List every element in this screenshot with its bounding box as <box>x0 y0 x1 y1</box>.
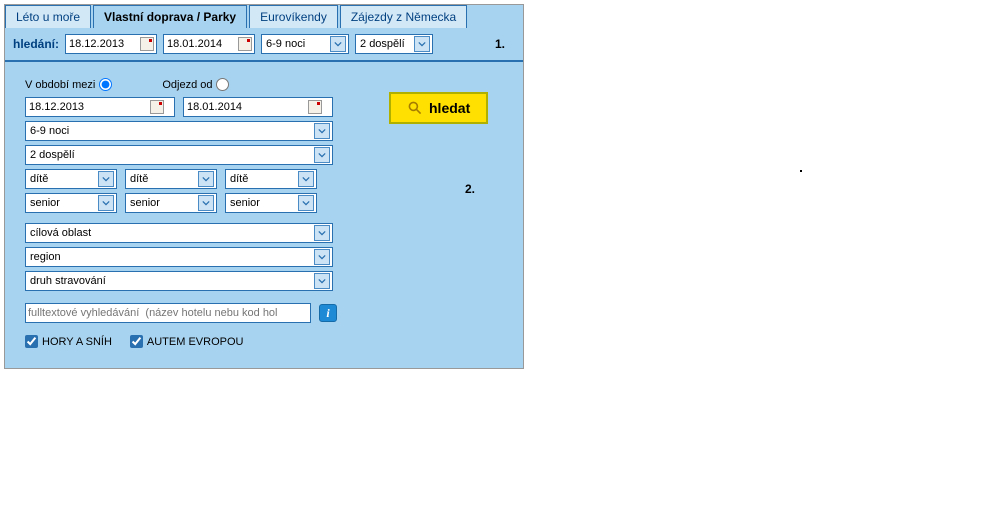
marker-2: 2. <box>465 182 475 196</box>
marker-1: 1. <box>495 37 515 51</box>
date-to-input[interactable] <box>186 100 306 114</box>
chevron-down-icon <box>198 171 214 187</box>
quick-nights-value: 6-9 noci <box>264 38 305 50</box>
chevron-down-icon <box>330 36 346 52</box>
child-value: dítě <box>28 173 48 185</box>
senior-select-1[interactable]: senior <box>25 193 117 213</box>
chevron-down-icon <box>198 195 214 211</box>
mountains-checkbox-label[interactable]: HORY A SNÍH <box>25 335 112 348</box>
chevron-down-icon <box>98 195 114 211</box>
tab-germany[interactable]: Zájezdy z Německa <box>340 5 467 28</box>
chevron-down-icon <box>314 273 330 289</box>
period-label-text: V období mezi <box>25 79 95 91</box>
chevron-down-icon <box>298 171 314 187</box>
chevron-down-icon <box>314 249 330 265</box>
destination-select[interactable]: cílová oblast <box>25 223 333 243</box>
quick-date-from-input[interactable] <box>68 37 138 51</box>
fulltext-input[interactable] <box>25 303 311 323</box>
senior-select-3[interactable]: senior <box>225 193 317 213</box>
calendar-icon[interactable] <box>140 37 154 51</box>
nights-select[interactable]: 6-9 noci <box>25 121 333 141</box>
search-button[interactable]: hledat <box>389 92 488 124</box>
info-icon[interactable]: i <box>319 304 337 322</box>
depart-radio[interactable] <box>216 78 229 91</box>
quick-date-to-input[interactable] <box>166 37 236 51</box>
chevron-down-icon <box>314 147 330 163</box>
adults-value: 2 dospělí <box>28 149 75 161</box>
child-value: dítě <box>228 173 248 185</box>
child-select-1[interactable]: dítě <box>25 169 117 189</box>
senior-value: senior <box>28 197 60 209</box>
tab-summer[interactable]: Léto u moře <box>5 5 91 28</box>
date-to[interactable] <box>183 97 333 117</box>
date-from-input[interactable] <box>28 100 148 114</box>
destination-value: cílová oblast <box>28 227 91 239</box>
chevron-down-icon <box>314 123 330 139</box>
quick-adults-value: 2 dospělí <box>358 38 405 50</box>
car-europe-checkbox-label[interactable]: AUTEM EVROPOU <box>130 335 244 348</box>
chevron-down-icon <box>298 195 314 211</box>
adults-select[interactable]: 2 dospělí <box>25 145 333 165</box>
depart-label-text: Odjezd od <box>162 79 212 91</box>
senior-select-2[interactable]: senior <box>125 193 217 213</box>
region-select[interactable]: region <box>25 247 333 267</box>
stray-dot <box>800 170 802 172</box>
quick-search-bar: hledání: 6-9 noci 2 dospělí 1. <box>5 28 523 62</box>
chevron-down-icon <box>314 225 330 241</box>
tab-euroweekends[interactable]: Eurovíkendy <box>249 5 338 28</box>
period-radio-label[interactable]: V období mezi <box>25 78 112 91</box>
senior-value: senior <box>128 197 160 209</box>
car-europe-label-text: AUTEM EVROPOU <box>147 336 244 348</box>
mountains-checkbox[interactable] <box>25 335 38 348</box>
meal-value: druh stravování <box>28 275 106 287</box>
search-button-label: hledat <box>429 100 470 116</box>
quick-date-from[interactable] <box>65 34 157 54</box>
chevron-down-icon <box>98 171 114 187</box>
nights-value: 6-9 noci <box>28 125 69 137</box>
quick-adults-select[interactable]: 2 dospělí <box>355 34 433 54</box>
tab-bar: Léto u moře Vlastní doprava / Parky Euro… <box>5 5 523 28</box>
tab-own-transport[interactable]: Vlastní doprava / Parky <box>93 5 247 28</box>
search-label: hledání: <box>13 37 59 51</box>
calendar-icon[interactable] <box>238 37 252 51</box>
child-select-2[interactable]: dítě <box>125 169 217 189</box>
car-europe-checkbox[interactable] <box>130 335 143 348</box>
calendar-icon[interactable] <box>308 100 322 114</box>
region-value: region <box>28 251 61 263</box>
calendar-icon[interactable] <box>150 100 164 114</box>
search-icon <box>407 100 423 116</box>
chevron-down-icon <box>414 36 430 52</box>
child-value: dítě <box>128 173 148 185</box>
mountains-label-text: HORY A SNÍH <box>42 336 112 348</box>
date-from[interactable] <box>25 97 175 117</box>
search-form: V období mezi Odjezd od 6-9 noci <box>5 62 523 368</box>
depart-radio-label[interactable]: Odjezd od <box>162 78 229 91</box>
senior-value: senior <box>228 197 260 209</box>
quick-date-to[interactable] <box>163 34 255 54</box>
period-radio[interactable] <box>99 78 112 91</box>
meal-select[interactable]: druh stravování <box>25 271 333 291</box>
child-select-3[interactable]: dítě <box>225 169 317 189</box>
quick-nights-select[interactable]: 6-9 noci <box>261 34 349 54</box>
